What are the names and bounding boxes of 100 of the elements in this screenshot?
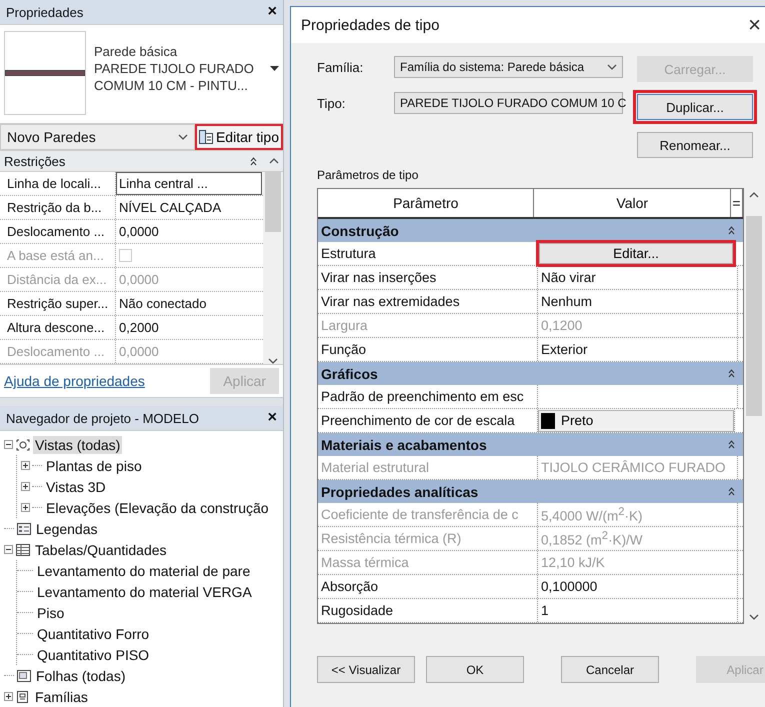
property-name: Restrição da b... — [0, 196, 116, 219]
tree-item[interactable]: Quantitativo PISO — [35, 646, 152, 664]
scroll-down-icon[interactable] — [749, 614, 759, 620]
dialog-button[interactable]: Cancelar — [561, 656, 659, 683]
scrollbar[interactable] — [263, 172, 283, 364]
property-name: Linha de locali... — [0, 172, 116, 195]
section-title: Restrições — [4, 154, 66, 168]
legend-icon — [16, 522, 32, 536]
tree-item[interactable]: Folhas (todas) — [34, 666, 128, 684]
wall-swatch-icon — [5, 70, 85, 76]
property-name: A base está an... — [0, 244, 116, 267]
parameter-name: Massa térmica — [318, 551, 538, 574]
tree-item[interactable]: Levantamento do material de pare — [35, 562, 252, 580]
panel-title: Navegador de projeto - MODELO — [6, 410, 199, 426]
property-value[interactable]: 0,0000 — [116, 220, 262, 243]
dialog-button[interactable]: Renomear... — [637, 132, 753, 158]
parameter-name: Resistência térmica (R) — [318, 527, 538, 550]
help-link[interactable]: Ajuda de propriedades — [4, 373, 145, 389]
section-label: Parâmetros de tipo — [317, 168, 420, 182]
parameter-value: 0,1200 — [538, 314, 738, 337]
parameter-name: Coeficiente de transferência de c — [318, 503, 538, 526]
collapse-icon[interactable] — [728, 440, 735, 449]
scroll-up-icon[interactable] — [749, 192, 759, 198]
close-button[interactable]: × — [748, 12, 761, 38]
property-name: Deslocamento ... — [0, 220, 116, 243]
parameter-value: 0,1852 (m$^{2}$·K)/W — [538, 527, 738, 550]
scroll-down-icon[interactable] — [268, 358, 278, 364]
dialog-button[interactable]: OK — [426, 656, 524, 683]
family-dropdown[interactable]: Família do sistema: Parede básica — [394, 56, 623, 78]
parameter-value: Nenhum — [538, 290, 738, 313]
parameter-name: Função — [318, 338, 538, 361]
field-label: Tipo: — [317, 96, 346, 110]
edit-type-icon — [198, 130, 213, 144]
parameter-value: 5,4000 W/(m$^{2}$·K) — [538, 503, 738, 526]
parameter-name: Largura — [318, 314, 538, 337]
family-name: Parede básica — [94, 43, 178, 60]
property-value[interactable]: 0,2000 — [116, 316, 262, 339]
family-icon — [15, 690, 31, 704]
section-header[interactable]: Restrições — [0, 151, 283, 172]
close-button[interactable]: × — [268, 3, 277, 21]
parameter-value: 12,10 kJ/K — [538, 551, 738, 574]
tree-item[interactable]: Vistas (todas) — [33, 436, 122, 454]
property-value[interactable]: Linha central ... — [116, 172, 262, 195]
edit-button[interactable]: Editar... — [539, 243, 733, 264]
group-title: Construção — [321, 222, 399, 238]
parameter-name: Virar nas extremidades — [318, 290, 538, 313]
edit-type-button[interactable]: Editar tipo — [194, 124, 283, 150]
parameter-value: 1 — [538, 599, 738, 622]
tree-item[interactable]: Piso — [35, 604, 66, 622]
expand-toggle-icon[interactable] — [21, 503, 30, 512]
tree-item[interactable]: Quantitativo Forro — [35, 624, 152, 642]
dropdown-arrow-icon[interactable] — [270, 66, 279, 72]
collapse-icon[interactable] — [728, 487, 735, 496]
group-header[interactable]: Materiais e acabamentos — [318, 433, 743, 456]
tree-item[interactable]: Tabelas/Quantidades — [33, 540, 169, 558]
scroll-up-icon[interactable] — [269, 158, 279, 164]
dialog-button[interactable]: << Visualizar — [317, 656, 415, 683]
tree-item[interactable]: Elevações (Elevação da construção — [44, 498, 271, 516]
dialog-title: Propriedades de tipo — [301, 16, 440, 34]
close-button[interactable]: × — [268, 409, 277, 427]
property-value[interactable]: NÍVEL CALÇADA — [116, 196, 262, 219]
property-name: Altura descone... — [0, 316, 116, 339]
property-name: Restrição super... — [0, 292, 116, 315]
group-header[interactable]: Propriedades analíticas — [318, 480, 743, 503]
group-title: Materiais e acabamentos — [321, 436, 487, 452]
instance-filter-dropdown[interactable]: Novo Paredes — [0, 124, 195, 150]
group-header[interactable]: Gráficos — [318, 362, 743, 385]
tree-item[interactable]: Famílias — [33, 688, 90, 706]
column-header[interactable]: Parâmetro — [318, 189, 534, 217]
tree-item[interactable]: Legendas — [34, 520, 100, 538]
column-header[interactable]: Valor — [534, 189, 732, 217]
collapse-icon[interactable] — [250, 156, 257, 166]
tree-item[interactable]: Vistas 3D — [44, 478, 108, 496]
view-icon — [15, 438, 31, 452]
property-name: Deslocamento ... — [0, 340, 116, 363]
collapse-toggle-icon[interactable] — [4, 545, 13, 554]
parameter-name: Absorção — [318, 575, 538, 598]
parameter-name: Virar nas inserções — [318, 266, 538, 289]
column-header[interactable]: = — [731, 189, 743, 217]
field-label: Família: — [317, 60, 364, 74]
color-picker-button[interactable]: Preto — [538, 410, 734, 432]
type-name[interactable]: PAREDE TIJOLO FURADO COMUM 10 CM - PINTU... — [94, 60, 270, 94]
group-header[interactable]: Construção — [318, 219, 743, 242]
collapse-icon[interactable] — [728, 369, 735, 378]
collapse-toggle-icon[interactable] — [4, 440, 13, 449]
tree-item[interactable]: Levantamento do material VERGA — [35, 582, 254, 600]
caret-icon[interactable] — [607, 64, 617, 70]
collapse-icon[interactable] — [728, 226, 735, 235]
group-title: Gráficos — [321, 366, 378, 382]
parameter-name: Material estrutural — [318, 456, 538, 479]
expand-toggle-icon[interactable] — [21, 461, 30, 470]
caret-icon[interactable] — [178, 134, 188, 140]
parameter-value: Não virar — [538, 266, 738, 289]
expand-toggle-icon[interactable] — [4, 692, 13, 701]
property-value[interactable]: Não conectado — [116, 292, 262, 315]
expand-toggle-icon[interactable] — [21, 482, 30, 491]
parameter-value: TIJOLO CERÂMICO FURADO — [538, 456, 738, 479]
parameter-name: Padrão de preenchimento em esc — [318, 385, 538, 408]
group-title: Propriedades analíticas — [321, 484, 478, 500]
tree-item[interactable]: Plantas de piso — [44, 456, 144, 474]
